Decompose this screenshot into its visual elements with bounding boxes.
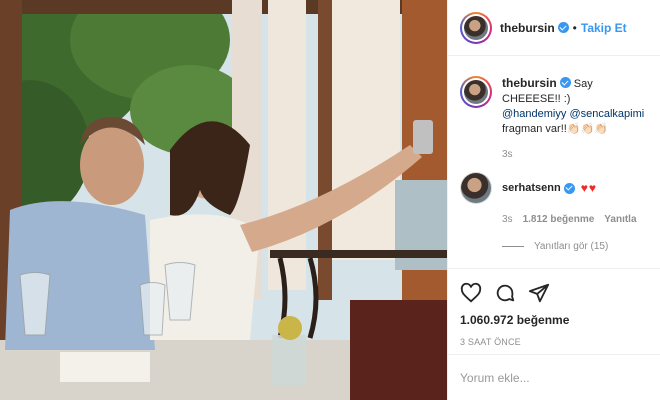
like-count[interactable]: 1.060.972 beğenme <box>460 313 649 327</box>
comment-time: 3s <box>502 214 513 225</box>
comment-item: serhatsenn ♥♥ 3s 1.812 beğenme Yanıtla Y… <box>460 172 656 252</box>
comment-meta: 3s 1.812 beğenme Yanıtla <box>502 214 656 225</box>
post-side-panel: thebursin • Takip Et thebursin Say CHEEE… <box>447 0 660 400</box>
follow-button[interactable]: Takip Et <box>581 21 627 35</box>
verified-icon <box>557 22 569 33</box>
mention-sencalkapimi[interactable]: @sencalkapimi <box>569 108 644 120</box>
comment-text: ♥♥ <box>580 181 597 195</box>
caption: thebursin Say CHEEESE!! :) @handemiyy @s… <box>460 76 656 160</box>
add-comment-input[interactable]: Yorum ekle... <box>448 354 660 400</box>
post-header: thebursin • Takip Et <box>448 0 660 56</box>
selfie-photo-illustration <box>0 0 447 400</box>
reply-button[interactable]: Yanıtla <box>604 214 636 225</box>
divider <box>502 246 524 247</box>
caption-avatar[interactable] <box>460 76 492 108</box>
post-timestamp: 3 SAAT ÖNCE <box>460 337 521 347</box>
caption-text: thebursin Say CHEEESE!! :) @handemiyy @s… <box>502 76 654 137</box>
view-replies-button[interactable]: Yanıtları gör (15) <box>502 241 656 252</box>
caption-username[interactable]: thebursin <box>502 76 557 90</box>
avatar[interactable] <box>460 11 492 44</box>
comment-icon[interactable] <box>494 282 516 304</box>
separator-dot: • <box>572 20 577 35</box>
header-username[interactable]: thebursin <box>500 21 555 35</box>
view-replies-label: Yanıtları gör (15) <box>534 241 609 252</box>
caption-time: 3s <box>502 149 513 160</box>
post-photo[interactable] <box>0 0 447 400</box>
comment-likes[interactable]: 1.812 beğenme <box>523 214 595 225</box>
commenter-avatar[interactable] <box>460 172 492 204</box>
share-icon[interactable] <box>528 282 550 304</box>
post-actions: 1.060.972 beğenme 3 SAAT ÖNCE <box>448 268 660 347</box>
verified-icon <box>559 77 571 88</box>
caption-trailing: fragman var!!👏🏻👏🏻👏🏻 <box>502 123 608 135</box>
heart-icon[interactable] <box>460 282 482 304</box>
mention-handemiyy[interactable]: @handemiyy <box>502 108 566 120</box>
commenter-username[interactable]: serhatsenn <box>502 182 561 194</box>
verified-icon <box>563 182 575 194</box>
